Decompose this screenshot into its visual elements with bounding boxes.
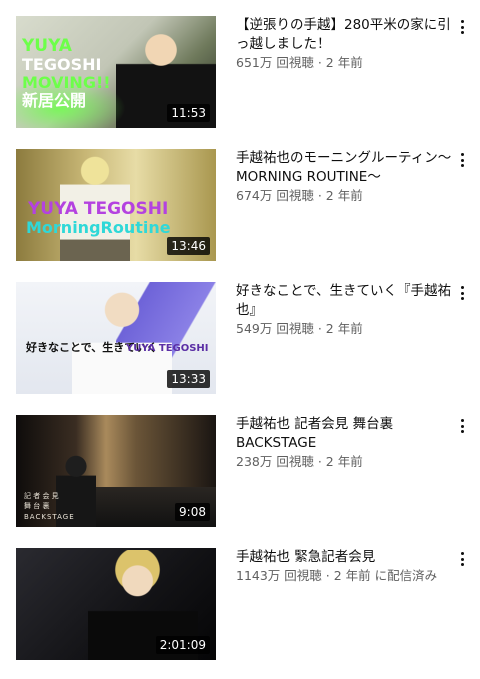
video-title[interactable]: 手越祐也 緊急記者会見 (236, 548, 454, 567)
upload-age: 2 年前 (325, 454, 363, 469)
video-meta: 651万 回視聴 · 2 年前 (236, 54, 454, 72)
video-info[interactable]: 【逆張りの手越】280平米の家に引っ越しました！ 651万 回視聴 · 2 年前 (236, 16, 454, 72)
thumbnail-caption: MOVING!! (22, 73, 111, 92)
view-count: 651万 回視聴 (236, 55, 314, 70)
video-title[interactable]: 手越祐也 記者会見 舞台裏 BACKSTAGE (236, 415, 454, 453)
thumbnail-caption: YUYA TEGOSHI (28, 199, 169, 219)
more-vert-icon[interactable] (452, 415, 472, 445)
thumbnail-caption: TEGOSHI (22, 55, 102, 74)
video-item[interactable]: 好きなことで、生きていく YUYA TEGOSHI 13:33 好きなことで、生… (0, 282, 480, 396)
video-info[interactable]: 手越祐也 緊急記者会見 1143万 回視聴 · 2 年前 に配信済み (236, 548, 454, 585)
video-thumbnail[interactable]: 好きなことで、生きていく YUYA TEGOSHI 13:33 (16, 282, 216, 394)
more-vert-icon[interactable] (452, 282, 472, 312)
video-list: YUYA TEGOSHI MOVING!! 新居公開 11:53 【逆張りの手越… (0, 0, 480, 679)
view-count: 1143万 回視聴 (236, 568, 322, 583)
thumbnail-caption: YUYA TEGOSHI (126, 343, 209, 354)
video-info[interactable]: 手越祐也のモーニングルーティン〜MORNING ROUTINE〜 674万 回視… (236, 149, 454, 205)
video-meta: 549万 回視聴 · 2 年前 (236, 320, 454, 338)
video-info[interactable]: 手越祐也 記者会見 舞台裏 BACKSTAGE 238万 回視聴 · 2 年前 (236, 415, 454, 471)
more-vert-icon[interactable] (452, 16, 472, 46)
duration-badge: 13:33 (167, 370, 210, 388)
thumbnail-figure (72, 286, 172, 394)
meta-separator: · (325, 568, 330, 583)
more-vert-icon[interactable] (452, 149, 472, 179)
duration-badge: 9:08 (175, 503, 210, 521)
upload-age: 2 年前 (325, 188, 363, 203)
meta-separator: · (317, 55, 322, 70)
duration-badge: 11:53 (167, 104, 210, 122)
video-info[interactable]: 好きなことで、生きていく『手越祐也』 549万 回視聴 · 2 年前 (236, 282, 454, 338)
thumbnail-caption: BACKSTAGE (24, 513, 75, 521)
thumbnail-caption: YUYA (22, 36, 72, 56)
duration-badge: 13:46 (167, 237, 210, 255)
duration-badge: 2:01:09 (155, 636, 210, 654)
more-vert-icon[interactable] (452, 548, 472, 578)
view-count: 238万 回視聴 (236, 454, 314, 469)
video-meta: 1143万 回視聴 · 2 年前 に配信済み (236, 567, 454, 585)
upload-age: 2 年前 (333, 568, 371, 583)
video-thumbnail[interactable]: 記 者 会 見 舞 台 裏 BACKSTAGE 9:08 (16, 415, 216, 527)
view-count: 674万 回視聴 (236, 188, 314, 203)
video-thumbnail[interactable]: 2:01:09 (16, 548, 216, 660)
video-item[interactable]: 2:01:09 手越祐也 緊急記者会見 1143万 回視聴 · 2 年前 に配信… (0, 548, 480, 662)
video-item[interactable]: YUYA TEGOSHI MorningRoutine 13:46 手越祐也のモ… (0, 149, 480, 263)
upload-age: 2 年前 (325, 55, 363, 70)
video-title[interactable]: 【逆張りの手越】280平米の家に引っ越しました！ (236, 16, 454, 54)
video-thumbnail[interactable]: YUYA TEGOSHI MorningRoutine 13:46 (16, 149, 216, 261)
video-item[interactable]: YUYA TEGOSHI MOVING!! 新居公開 11:53 【逆張りの手越… (0, 16, 480, 130)
video-item[interactable]: 記 者 会 見 舞 台 裏 BACKSTAGE 9:08 手越祐也 記者会見 舞… (0, 415, 480, 529)
thumbnail-caption: MorningRoutine (26, 218, 171, 237)
video-title[interactable]: 好きなことで、生きていく『手越祐也』 (236, 282, 454, 320)
meta-separator: · (317, 321, 322, 336)
video-title[interactable]: 手越祐也のモーニングルーティン〜MORNING ROUTINE〜 (236, 149, 454, 187)
video-meta: 674万 回視聴 · 2 年前 (236, 187, 454, 205)
thumbnail-caption: 舞 台 裏 (24, 502, 50, 510)
stream-note: に配信済み (374, 568, 438, 583)
meta-separator: · (317, 188, 322, 203)
video-thumbnail[interactable]: YUYA TEGOSHI MOVING!! 新居公開 11:53 (16, 16, 216, 128)
view-count: 549万 回視聴 (236, 321, 314, 336)
thumbnail-caption: 新居公開 (22, 91, 87, 110)
upload-age: 2 年前 (325, 321, 363, 336)
thumbnail-caption: 記 者 会 見 (24, 492, 59, 500)
meta-separator: · (317, 454, 322, 469)
video-meta: 238万 回視聴 · 2 年前 (236, 453, 454, 471)
